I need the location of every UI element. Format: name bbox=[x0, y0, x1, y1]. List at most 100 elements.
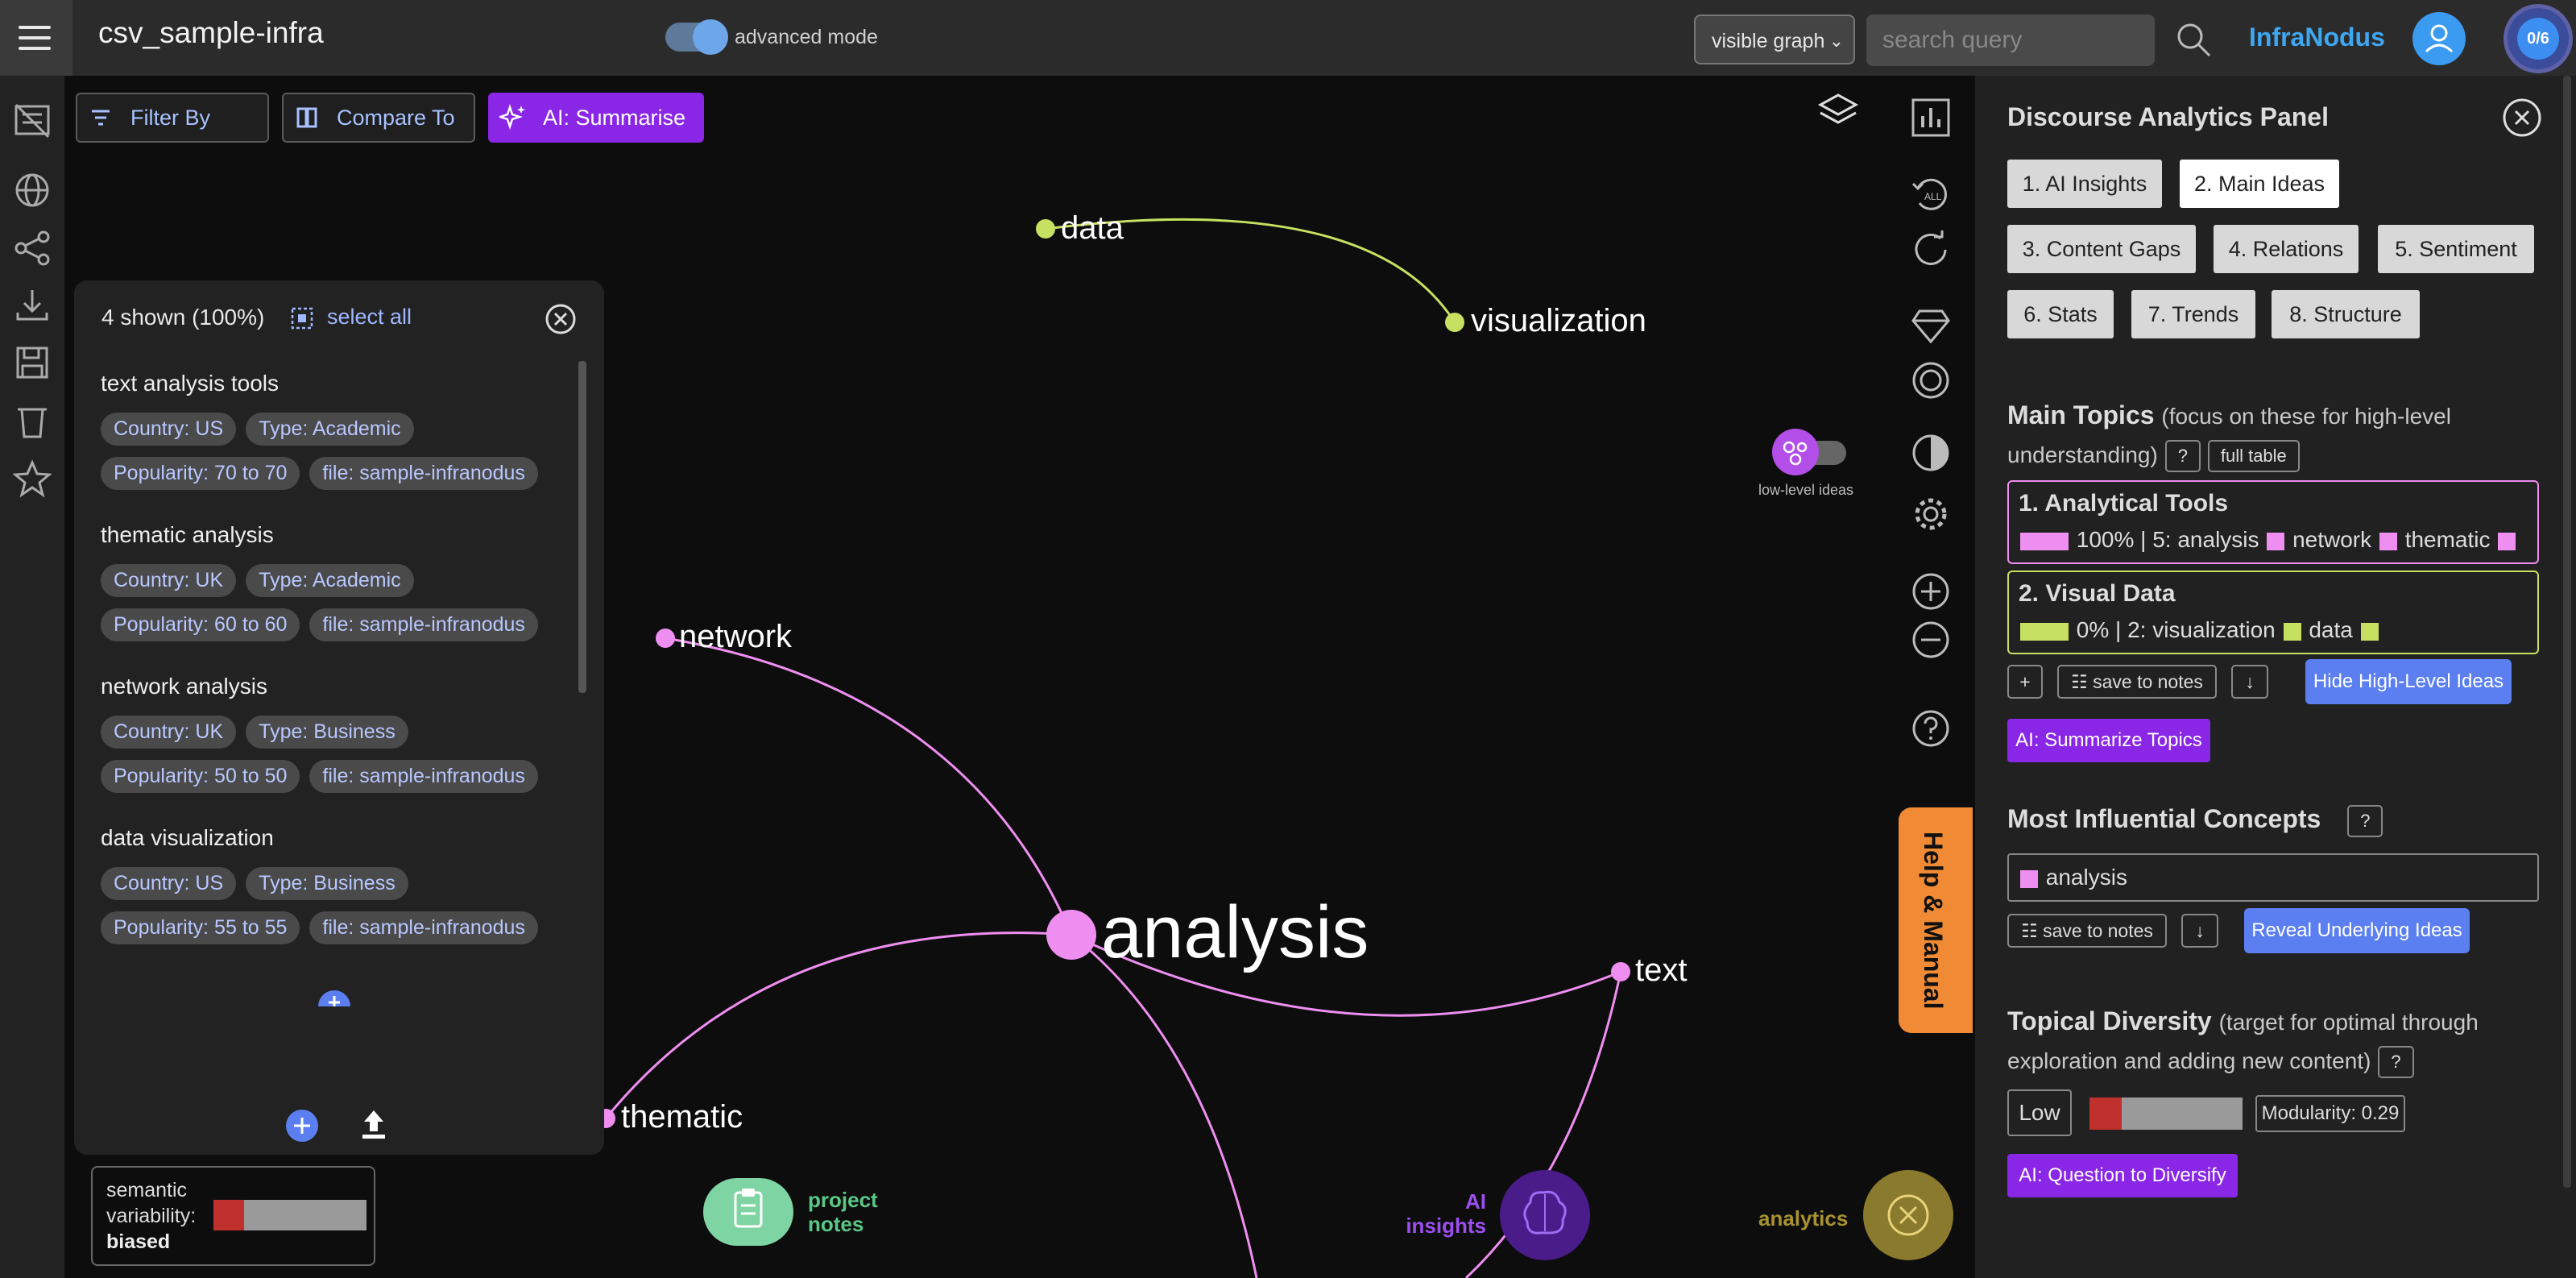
app-title: csv_sample-infra bbox=[98, 16, 324, 49]
add-icon[interactable] bbox=[285, 1109, 319, 1143]
zoom-out-icon[interactable] bbox=[1910, 619, 1952, 661]
tag-popularity[interactable]: Popularity: 60 to 60 bbox=[101, 608, 300, 641]
refresh-icon[interactable] bbox=[1910, 229, 1952, 271]
node-label-visualization[interactable]: visualization bbox=[1471, 303, 1646, 339]
search-icon[interactable] bbox=[2175, 21, 2212, 58]
help-button[interactable]: ? bbox=[2378, 1045, 2414, 1078]
scrollbar[interactable] bbox=[2563, 76, 2571, 1188]
node-data[interactable] bbox=[1036, 219, 1055, 239]
node-label-thematic[interactable]: thematic bbox=[621, 1099, 743, 1135]
topic-word[interactable]: network bbox=[2292, 527, 2371, 552]
download-button[interactable]: ↓ bbox=[2181, 914, 2218, 948]
topic-row[interactable]: 2. Visual Data 0% | 2: visualization dat… bbox=[2007, 571, 2539, 654]
advanced-mode-toggle[interactable] bbox=[665, 19, 728, 55]
tag-file[interactable]: file: sample-infranodus bbox=[309, 911, 538, 944]
close-icon[interactable] bbox=[545, 303, 577, 335]
upload-icon[interactable] bbox=[359, 1107, 388, 1141]
context-counter[interactable]: 0/6 bbox=[2508, 8, 2569, 69]
layers-icon[interactable] bbox=[1817, 90, 1859, 132]
tag-popularity[interactable]: Popularity: 70 to 70 bbox=[101, 457, 300, 490]
reveal-underlying-ideas-button[interactable]: Reveal Underlying Ideas bbox=[2244, 908, 2470, 953]
node-label-network[interactable]: network bbox=[679, 619, 792, 655]
tag-file[interactable]: file: sample-infranodus bbox=[309, 457, 538, 490]
gear-icon[interactable] bbox=[1910, 493, 1952, 535]
node-label-analysis[interactable]: analysis bbox=[1101, 890, 1369, 975]
tab-relations[interactable]: 4. Relations bbox=[2214, 225, 2359, 273]
add-button[interactable]: + bbox=[2007, 665, 2043, 699]
help-manual-tab[interactable]: Help & Manual bbox=[1899, 807, 1973, 1033]
tag-country[interactable]: Country: US bbox=[101, 413, 237, 446]
tab-structure[interactable]: 8. Structure bbox=[2272, 290, 2420, 338]
analytics-button[interactable] bbox=[1863, 1170, 1953, 1260]
scrollbar[interactable] bbox=[578, 361, 586, 693]
brand-logo[interactable]: InfraNodus bbox=[2249, 23, 2385, 52]
ai-question-diversify-button[interactable]: AI: Question to Diversify bbox=[2007, 1154, 2238, 1197]
tag-popularity[interactable]: Popularity: 55 to 55 bbox=[101, 911, 300, 944]
tag-country[interactable]: Country: UK bbox=[101, 716, 237, 749]
main-topics-heading: Main Topics (focus on these for high-lev… bbox=[2007, 396, 2523, 474]
chart-icon[interactable] bbox=[1910, 97, 1952, 139]
list-item[interactable]: network analysis Country: UK Type: Busin… bbox=[101, 674, 552, 793]
full-table-button[interactable]: full table bbox=[2207, 439, 2300, 472]
top-bar: csv_sample-infra advanced mode visible g… bbox=[0, 0, 2576, 76]
close-icon[interactable] bbox=[2501, 97, 2543, 139]
item-title: text analysis tools bbox=[101, 371, 279, 396]
contrast-icon[interactable] bbox=[1910, 432, 1952, 474]
ai-insights-button[interactable] bbox=[1500, 1170, 1590, 1260]
tag-country[interactable]: Country: UK bbox=[101, 564, 237, 597]
tab-ai-insights[interactable]: 1. AI Insights bbox=[2007, 160, 2162, 208]
diamond-icon[interactable] bbox=[1910, 305, 1952, 346]
tag-type[interactable]: Type: Academic bbox=[246, 564, 414, 597]
ai-summarize-topics-button[interactable]: AI: Summarize Topics bbox=[2007, 719, 2210, 762]
add-icon[interactable] bbox=[317, 990, 351, 1007]
node-text[interactable] bbox=[1611, 962, 1630, 981]
node-network[interactable] bbox=[656, 629, 675, 648]
tab-stats[interactable]: 6. Stats bbox=[2007, 290, 2114, 338]
tag-type[interactable]: Type: Business bbox=[246, 867, 408, 900]
select-all-icon[interactable] bbox=[290, 306, 314, 330]
help-button[interactable]: ? bbox=[2347, 804, 2383, 837]
topic-word[interactable]: data bbox=[2309, 617, 2353, 642]
focus-icon[interactable] bbox=[1910, 359, 1952, 401]
save-to-notes-label: save to notes bbox=[2043, 920, 2153, 941]
list-item[interactable]: data visualization Country: US Type: Bus… bbox=[101, 825, 552, 944]
menu-icon[interactable] bbox=[0, 0, 72, 76]
list-item[interactable]: thematic analysis Country: UK Type: Acad… bbox=[101, 522, 552, 641]
tag-file[interactable]: file: sample-infranodus bbox=[309, 608, 538, 641]
help-icon[interactable] bbox=[1910, 707, 1952, 749]
low-level-ideas-toggle[interactable] bbox=[1772, 429, 1849, 475]
color-swatch bbox=[2360, 622, 2379, 641]
save-to-notes-button[interactable]: ☷ save to notes bbox=[2007, 914, 2167, 948]
shown-count: 4 shown (100%) bbox=[101, 305, 265, 330]
project-notes-button[interactable] bbox=[703, 1178, 793, 1246]
tab-trends[interactable]: 7. Trends bbox=[2131, 290, 2255, 338]
tag-type[interactable]: Type: Business bbox=[246, 716, 408, 749]
hide-high-level-ideas-button[interactable]: Hide High-Level Ideas bbox=[2305, 659, 2512, 704]
node-label-text[interactable]: text bbox=[1635, 952, 1687, 989]
tag-file[interactable]: file: sample-infranodus bbox=[309, 760, 538, 793]
topic-row[interactable]: 1. Analytical Tools 100% | 5: analysis n… bbox=[2007, 480, 2539, 564]
node-analysis[interactable] bbox=[1046, 910, 1096, 960]
tab-main-ideas[interactable]: 2. Main Ideas bbox=[2180, 160, 2339, 208]
reset-all-icon[interactable]: ALL bbox=[1910, 172, 1952, 214]
variability-label: variability: bbox=[106, 1205, 197, 1227]
tab-sentiment[interactable]: 5. Sentiment bbox=[2378, 225, 2534, 273]
user-avatar[interactable] bbox=[2412, 12, 2466, 65]
topic-word[interactable]: thematic bbox=[2405, 527, 2491, 552]
list-item[interactable]: text analysis tools Country: US Type: Ac… bbox=[101, 371, 552, 490]
tag-popularity[interactable]: Popularity: 50 to 50 bbox=[101, 760, 300, 793]
semantic-variability-box[interactable]: semantic variability: biased bbox=[91, 1166, 375, 1266]
tag-country[interactable]: Country: US bbox=[101, 867, 237, 900]
select-all-link[interactable]: select all bbox=[327, 305, 412, 330]
graph-view-select[interactable]: visible graph ⌄ bbox=[1694, 15, 1855, 64]
tab-content-gaps[interactable]: 3. Content Gaps bbox=[2007, 225, 2196, 273]
save-to-notes-button[interactable]: ☷ save to notes bbox=[2057, 665, 2217, 699]
node-label-data[interactable]: data bbox=[1061, 210, 1124, 247]
search-input[interactable]: search query bbox=[1866, 15, 2155, 66]
zoom-in-icon[interactable] bbox=[1910, 571, 1952, 612]
influential-concept[interactable]: analysis bbox=[2046, 865, 2127, 890]
download-button[interactable]: ↓ bbox=[2231, 665, 2268, 699]
node-visualization[interactable] bbox=[1445, 313, 1464, 332]
tag-type[interactable]: Type: Academic bbox=[246, 413, 414, 446]
help-button[interactable]: ? bbox=[2164, 439, 2201, 472]
